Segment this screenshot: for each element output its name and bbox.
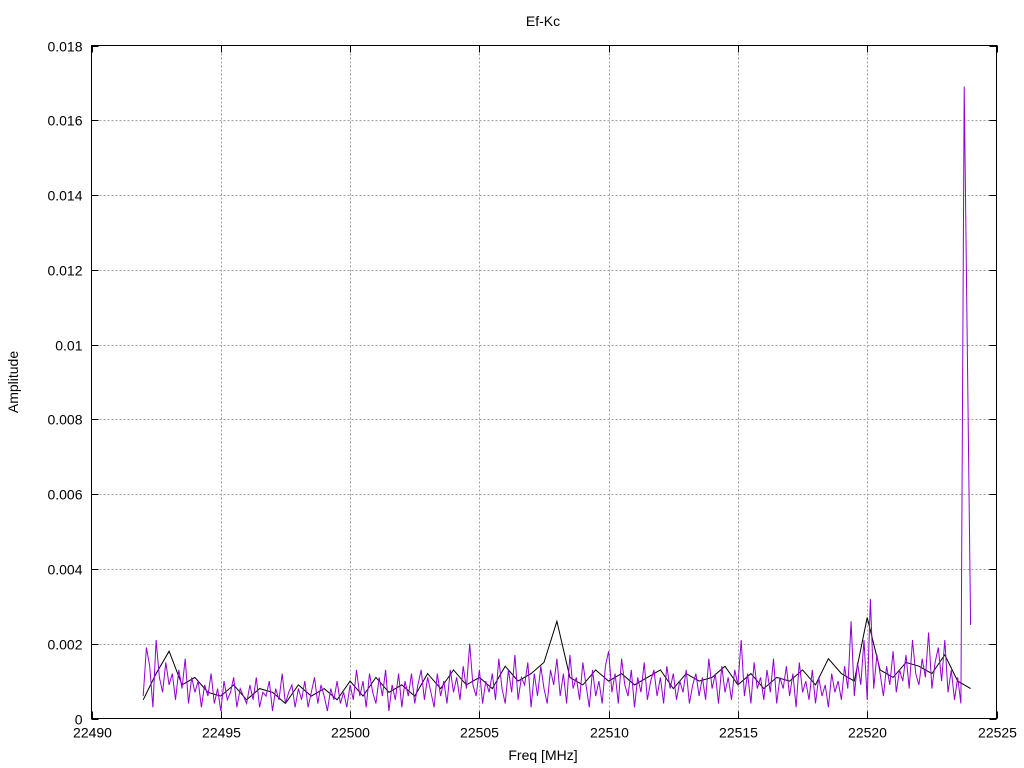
plot-frame [91,45,997,719]
y-tick-label: 0.004 [47,562,82,578]
y-tick-label: 0.012 [47,263,82,279]
x-tick-label: 22510 [590,725,629,741]
x-tick-label: 22515 [719,725,758,741]
y-tick-label: 0.018 [47,39,82,55]
y-tick-label: 0.006 [47,487,82,503]
y-tick-label: 0.016 [47,113,82,129]
x-tick-label: 22520 [848,725,887,741]
x-tick-label: 22495 [202,725,241,741]
y-tick-label: 0.01 [55,338,82,354]
y-tick-label: 0.002 [47,637,82,653]
x-tick-label: 22505 [460,725,499,741]
grid [91,45,997,719]
y-tick-label: 0.014 [47,188,82,204]
chart-title: Ef-Kc [526,13,560,29]
x-tick-label: 22525 [978,725,1017,741]
x-axis-label: Freq [MHz] [508,747,577,763]
series-layer [142,86,972,712]
chart: 22490 22495 22500 22505 22510 22515 22520 22525… [5,13,1017,763]
series-purple-line [142,86,972,712]
x-tick-label: 22500 [331,725,370,741]
y-tick-label: 0.008 [47,412,82,428]
y-axis-label: Amplitude [5,351,21,413]
y-tick-label: 0 [75,712,83,728]
